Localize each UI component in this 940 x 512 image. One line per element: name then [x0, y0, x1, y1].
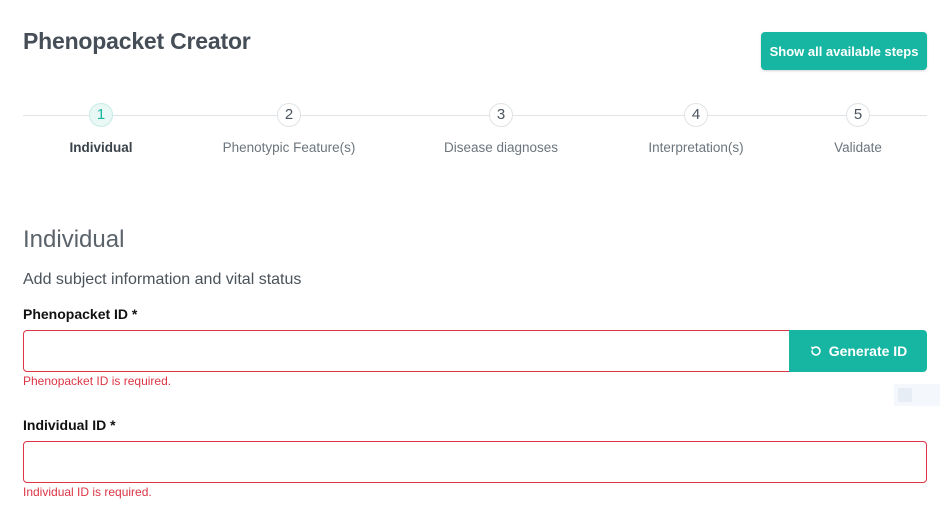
phenopacket-id-input[interactable]: [23, 330, 790, 372]
individual-id-input[interactable]: [23, 441, 927, 483]
refresh-icon: [809, 344, 823, 358]
floating-widget: [894, 384, 940, 406]
step-interpretations[interactable]: 4 Interpretation(s): [606, 102, 786, 155]
page-title: Phenopacket Creator: [23, 28, 251, 54]
step-individual[interactable]: 1 Individual: [11, 102, 191, 155]
show-all-steps-button[interactable]: Show all available steps: [761, 32, 927, 70]
widget-square: [898, 388, 912, 402]
generate-id-button[interactable]: Generate ID: [789, 330, 927, 372]
step-validate[interactable]: 5 Validate: [768, 102, 940, 155]
step-number: 1: [89, 103, 113, 127]
section-title: Individual: [23, 226, 125, 253]
phenopacket-id-label: Phenopacket ID *: [23, 306, 138, 322]
step-number: 3: [489, 103, 513, 127]
step-number: 5: [846, 103, 870, 127]
stepper: 1 Individual 2 Phenotypic Feature(s) 3 D…: [23, 102, 927, 162]
step-label: Individual: [69, 140, 133, 155]
step-label: Disease diagnoses: [443, 140, 559, 155]
step-label: Validate: [834, 140, 882, 155]
step-number: 2: [277, 103, 301, 127]
phenopacket-id-error: Phenopacket ID is required.: [23, 374, 172, 388]
step-label: Phenotypic Feature(s): [222, 140, 356, 155]
individual-id-error: Individual ID is required.: [23, 485, 152, 499]
step-label: Interpretation(s): [648, 140, 744, 155]
step-phenotypic-features[interactable]: 2 Phenotypic Feature(s): [199, 102, 379, 155]
phenopacket-creator-page: Phenopacket Creator Show all available s…: [0, 0, 940, 512]
generate-id-label: Generate ID: [828, 343, 908, 359]
step-disease-diagnoses[interactable]: 3 Disease diagnoses: [411, 102, 591, 155]
section-subtitle: Add subject information and vital status: [23, 271, 302, 288]
individual-id-label: Individual ID *: [23, 417, 116, 433]
step-number: 4: [684, 103, 708, 127]
